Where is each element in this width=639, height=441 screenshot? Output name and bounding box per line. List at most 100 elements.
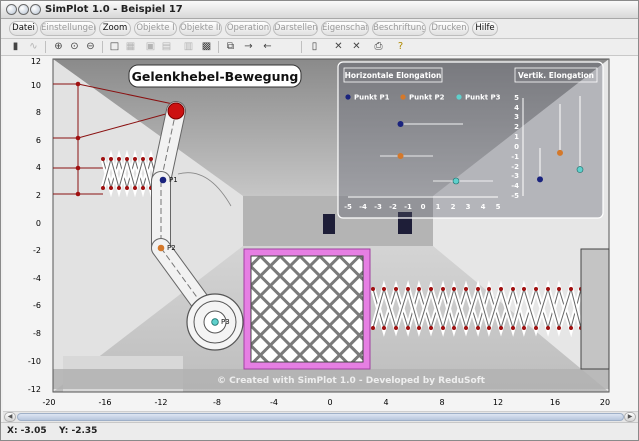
- arrow-left-icon[interactable]: ←: [260, 40, 275, 54]
- printer-icon[interactable]: ⎙: [371, 40, 386, 54]
- y-tick-label: -12: [28, 385, 41, 394]
- y-tick-label: -6: [33, 301, 41, 310]
- x-tick-label: 12: [493, 398, 503, 407]
- top-joint: [167, 102, 185, 120]
- toolbar-separator: [301, 41, 302, 53]
- frame-icon[interactable]: ▣: [143, 40, 158, 54]
- menu-einstellungen[interactable]: Einstellungen: [40, 21, 96, 36]
- menu-operation[interactable]: Operation: [225, 21, 271, 36]
- plot-title: Gelenkhebel-Bewegung: [132, 69, 299, 84]
- cross-icon[interactable]: ✕: [331, 40, 346, 54]
- y-axis: 12 10 8 6 4 2 0 -2 -4 -6 -8 -10 -12: [28, 57, 41, 394]
- p3-vertical-marker: [576, 166, 584, 173]
- inset-x-tick: -5: [344, 203, 352, 211]
- zoom-in-icon[interactable]: ⊕: [51, 40, 66, 54]
- inset-y-tick: 5: [514, 94, 519, 102]
- toolbar-separator: [218, 41, 219, 53]
- app-window: SimPlot 1.0 - Beispiel 17 Datei Einstell…: [0, 0, 639, 441]
- toolbar-separator: [102, 41, 103, 53]
- menu-eigenschaft[interactable]: Eigenschaft: [321, 21, 369, 36]
- arrow-right-icon[interactable]: →: [241, 40, 256, 54]
- inset-x-tick: -1: [404, 203, 412, 211]
- menu-drucken[interactable]: Drucken: [429, 21, 469, 36]
- point-p2-label: P2: [167, 244, 176, 252]
- inset-y-tick: -3: [511, 172, 519, 180]
- vertical-elongation-title: Vertik. Elongation: [518, 71, 594, 80]
- menu-hilfe[interactable]: Hilfe: [472, 21, 498, 36]
- x-tick-label: 0: [327, 398, 332, 407]
- help-icon[interactable]: ?: [393, 40, 408, 54]
- maximize-window-icon[interactable]: [30, 4, 41, 15]
- inset-x-tick: 1: [436, 203, 441, 211]
- legend-p2-label: Punkt P2: [409, 94, 445, 102]
- layers-icon[interactable]: ▤: [159, 40, 174, 54]
- scroll-left-icon[interactable]: ◀: [4, 412, 16, 422]
- p2-horizontal-marker: [397, 153, 404, 159]
- title-bar: SimPlot 1.0 - Beispiel 17: [1, 1, 638, 19]
- inset-x-tick: 4: [481, 203, 486, 211]
- menu-datei[interactable]: Datei: [9, 21, 38, 36]
- menu-beschriftung[interactable]: Beschriftung: [372, 21, 426, 36]
- y-tick-label: 2: [36, 191, 41, 200]
- x-tick-label: -20: [42, 398, 55, 407]
- zoom-reset-icon[interactable]: ⊙: [67, 40, 82, 54]
- x-tick-label: -12: [154, 398, 167, 407]
- horizontal-elongation-title: Horizontale Elongation: [345, 71, 442, 80]
- y-tick-label: -2: [33, 246, 41, 255]
- curve-icon[interactable]: ∿: [26, 40, 41, 54]
- legend-p3-marker: [456, 94, 462, 100]
- inset-x-tick: 0: [421, 203, 426, 211]
- x-tick-label: -16: [98, 398, 111, 407]
- p1-vertical-marker: [537, 176, 543, 183]
- zoom-out-icon[interactable]: ⊖: [83, 40, 98, 54]
- calculator-icon[interactable]: ▮: [8, 40, 23, 54]
- legend-p1-marker: [345, 94, 351, 100]
- copy-icon[interactable]: ⧉: [223, 40, 238, 54]
- menu-darstellen[interactable]: Darstellen: [273, 21, 318, 36]
- horizontal-scrollbar[interactable]: ◀ ▶: [3, 411, 638, 422]
- plot-title-box: Gelenkhebel-Bewegung: [128, 64, 302, 88]
- x-tick-label: -8: [213, 398, 221, 407]
- close-window-icon[interactable]: [6, 4, 17, 15]
- cursor-y-readout: Y: -2.35: [59, 426, 98, 436]
- menu-zoom[interactable]: Zoom: [99, 21, 131, 36]
- cross-alt-icon[interactable]: ✕: [349, 40, 364, 54]
- y-tick-label: 0: [36, 219, 41, 228]
- plot-svg: © Created with SimPlot 1.0 - Developed b…: [28, 57, 610, 407]
- inset-x-tick: 2: [451, 203, 456, 211]
- elongation-panel: Horizontale Elongation Vertik. Elongatio…: [337, 61, 604, 219]
- legend-p2-marker: [400, 94, 406, 100]
- inset-y-tick: -4: [511, 182, 519, 190]
- y-tick-label: 8: [36, 108, 41, 117]
- scroll-thumb[interactable]: [17, 413, 624, 421]
- x-tick-label: 20: [600, 398, 610, 407]
- inset-y-tick: 1: [514, 133, 519, 141]
- minimize-window-icon[interactable]: [18, 4, 29, 15]
- page-icon[interactable]: ▯: [307, 40, 322, 54]
- menu-bar: Datei Einstellungen Zoom Objekte I Objek…: [1, 19, 638, 39]
- inset-y-tick: 3: [514, 113, 519, 121]
- grid-icon[interactable]: ▦: [123, 40, 138, 54]
- toolbar-separator: [45, 41, 46, 53]
- point-p2: [157, 244, 165, 252]
- table-icon[interactable]: ▥: [181, 40, 196, 54]
- watermark-text: © Created with SimPlot 1.0 - Developed b…: [217, 376, 486, 386]
- x-tick-label: -4: [270, 398, 278, 407]
- lattice-block: [243, 248, 371, 370]
- scroll-right-icon[interactable]: ▶: [624, 412, 636, 422]
- inset-y-tick: 4: [514, 104, 519, 112]
- legend-p3-label: Punkt P3: [465, 94, 501, 102]
- toolbar: ▮ ∿ ⊕ ⊙ ⊖ □ ▦ ▣ ▤ ▥ ▩ ⧉ → ← ▯ ✕ ✕ ⎙ ?: [1, 39, 638, 56]
- legend-p1-label: Punkt P1: [354, 94, 390, 102]
- rectangle-icon[interactable]: □: [107, 40, 122, 54]
- y-tick-label: -8: [33, 329, 41, 338]
- inset-y-tick: -1: [511, 153, 519, 161]
- menu-objekte-1[interactable]: Objekte I: [134, 21, 177, 36]
- y-tick-label: -4: [33, 274, 41, 283]
- x-tick-label: 8: [439, 398, 444, 407]
- menu-objekte-2[interactable]: Objekte II: [179, 21, 222, 36]
- y-tick-label: 4: [36, 163, 41, 172]
- inset-x-tick: 5: [496, 203, 501, 211]
- plot-canvas[interactable]: © Created with SimPlot 1.0 - Developed b…: [3, 56, 638, 411]
- image-icon[interactable]: ▩: [199, 40, 214, 54]
